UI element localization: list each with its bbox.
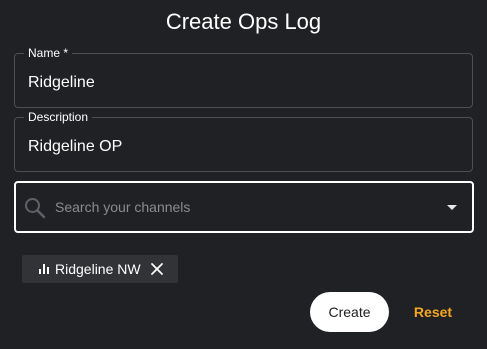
name-field-label: Name * bbox=[24, 46, 73, 60]
chevron-down-icon[interactable] bbox=[447, 205, 457, 210]
name-field-value[interactable]: Ridgeline bbox=[28, 74, 95, 92]
description-field-value[interactable]: Ridgeline OP bbox=[28, 138, 122, 156]
name-field[interactable]: Name * Ridgeline bbox=[14, 46, 473, 108]
description-field[interactable]: Description Ridgeline OP bbox=[14, 110, 473, 172]
bar-chart-icon bbox=[39, 264, 49, 274]
close-icon[interactable] bbox=[150, 262, 164, 276]
reset-button[interactable]: Reset bbox=[404, 292, 462, 332]
channel-chip: Ridgeline NW bbox=[22, 255, 178, 283]
description-field-label: Description bbox=[24, 110, 93, 124]
channel-search-field[interactable] bbox=[14, 181, 474, 233]
dialog-title: Create Ops Log bbox=[165, 9, 322, 34]
channel-search-input[interactable] bbox=[55, 195, 425, 219]
search-icon bbox=[25, 198, 46, 219]
channel-chip-label: Ridgeline NW bbox=[55, 261, 141, 277]
create-button[interactable]: Create bbox=[310, 292, 389, 332]
